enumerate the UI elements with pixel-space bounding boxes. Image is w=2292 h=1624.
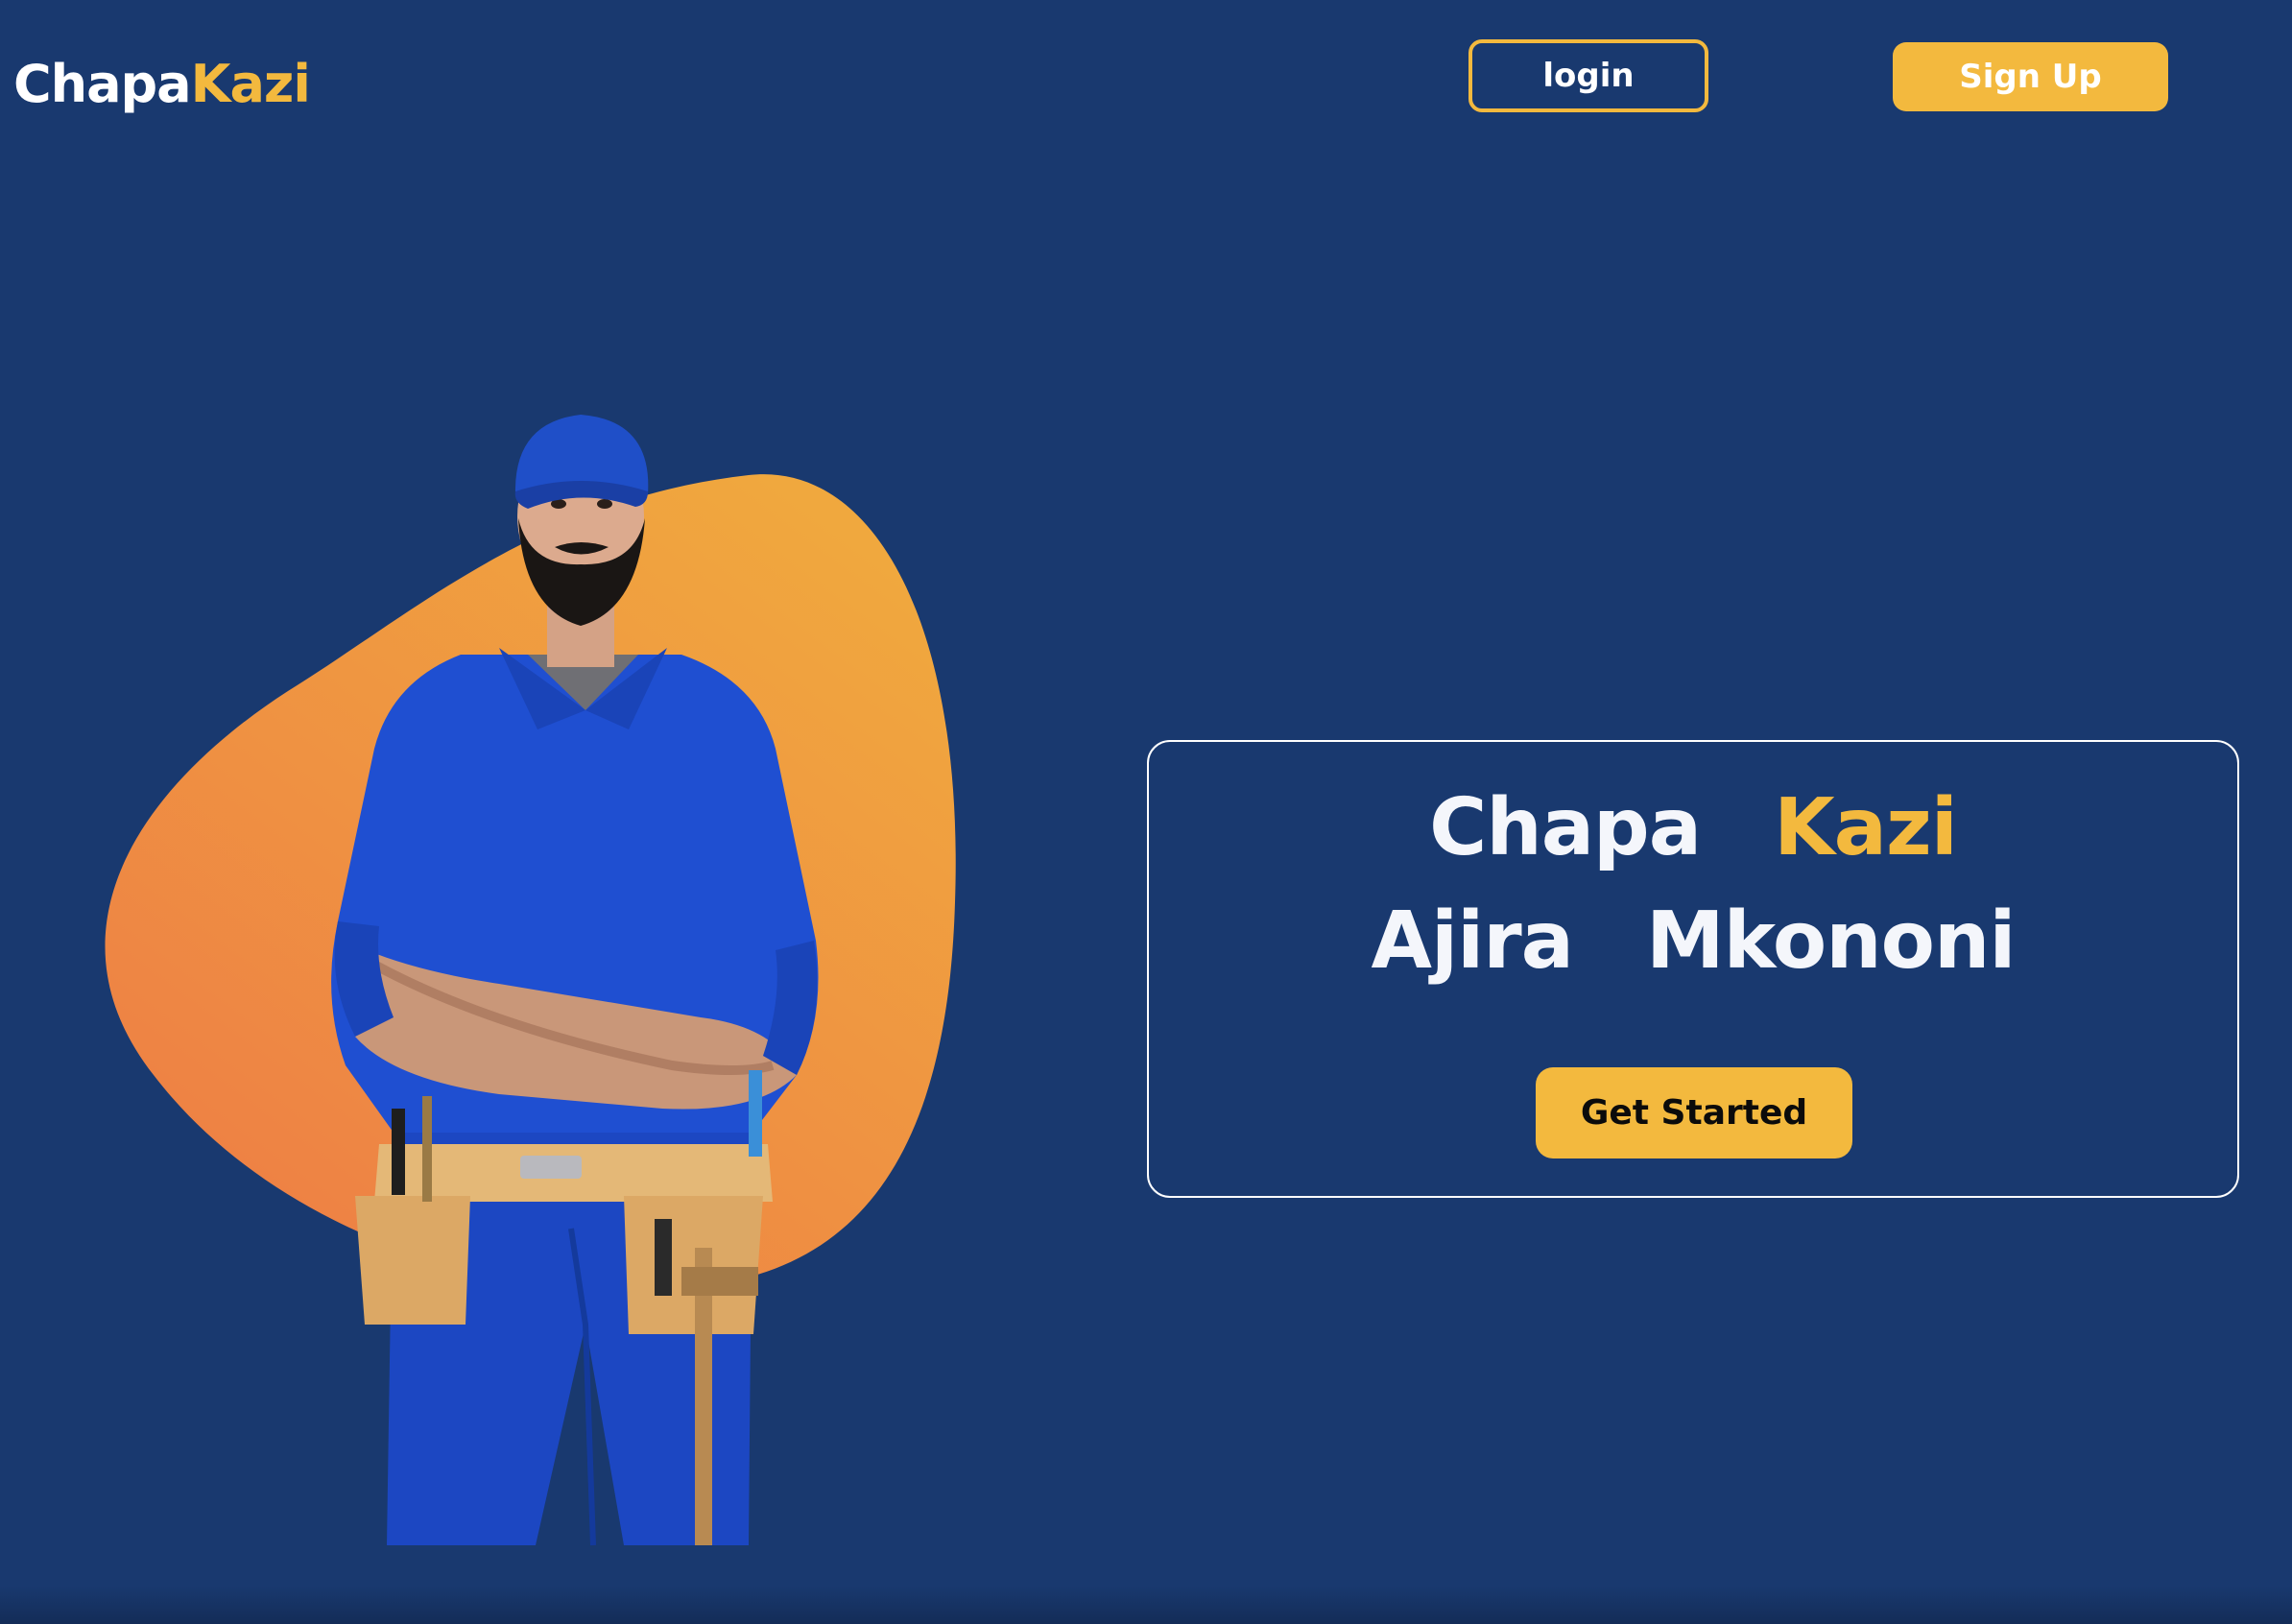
hero-card: Chapa Kazi Ajira Mkononi Get Started (1147, 740, 2239, 1198)
worker-illustration (105, 415, 956, 1546)
hero-word-chapa: Chapa (1429, 782, 1702, 873)
logo-part-chapa: Chapa (13, 54, 192, 114)
hero-word-mkononi: Mkononi (1645, 896, 2016, 987)
hero-word-ajira: Ajira (1371, 896, 1574, 987)
hero-title-line-2: Ajira Mkononi (1149, 894, 2237, 990)
hero-illustration (86, 403, 998, 1555)
get-started-button[interactable]: Get Started (1536, 1067, 1852, 1158)
login-button[interactable]: login (1468, 39, 1708, 112)
logo-part-kazi: Kazi (190, 54, 311, 114)
bottom-shade (0, 1586, 2292, 1624)
hero-word-kazi: Kazi (1774, 782, 1958, 873)
signup-button[interactable]: Sign Up (1893, 42, 2168, 111)
landing-page: ChapaKazi login Sign Up Chapa Kazi Ajira… (0, 0, 2292, 1624)
brand-logo[interactable]: ChapaKazi (13, 50, 311, 119)
hero-title-line-1: Chapa Kazi (1149, 780, 2237, 876)
